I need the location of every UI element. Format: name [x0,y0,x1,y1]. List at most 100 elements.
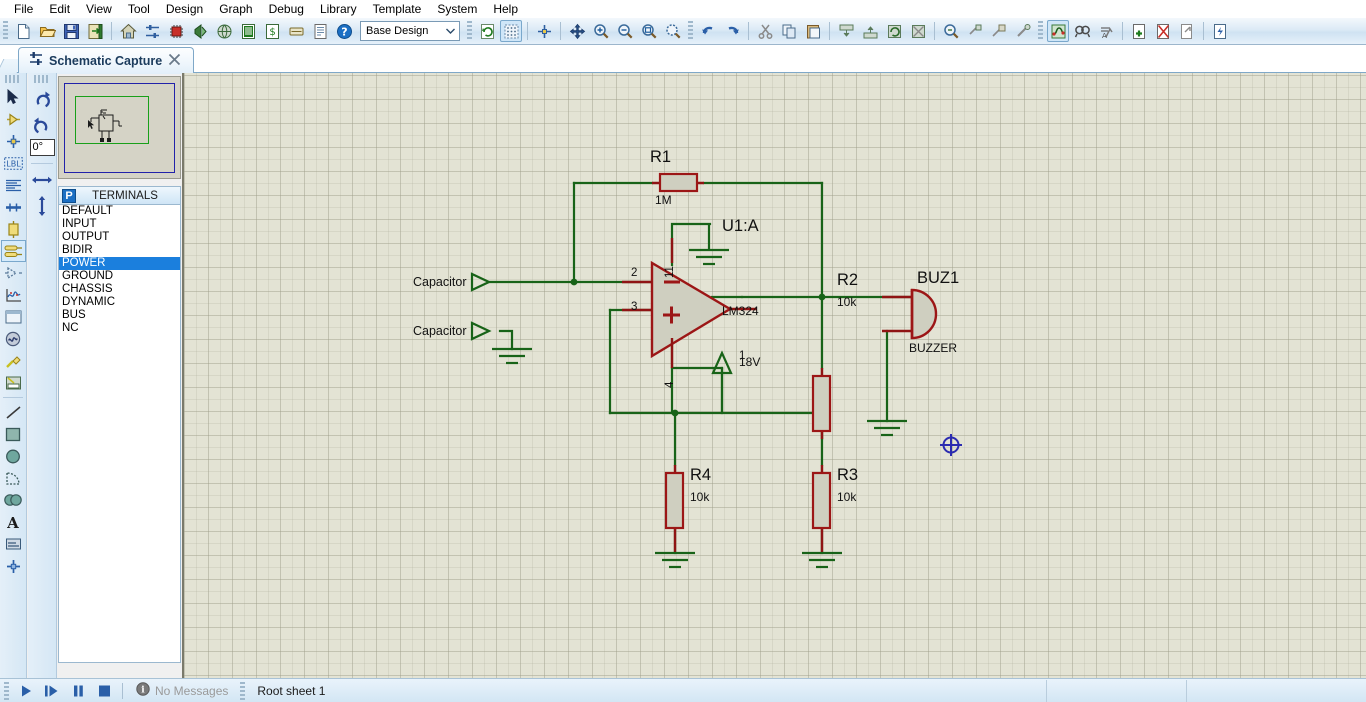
status-grip[interactable] [4,681,9,700]
u1a-value-label[interactable]: LM324 [722,304,759,318]
r1-value-label[interactable]: 1M [655,193,672,207]
virtual-instrument-mode-icon[interactable] [1,372,26,394]
toolbar-grip-3[interactable] [688,21,693,41]
menu-item-view[interactable]: View [78,1,120,17]
text-tool-icon[interactable]: A [1,511,26,533]
arc-tool-icon[interactable] [1,467,26,489]
circle-tool-icon[interactable] [1,445,26,467]
bom-report-icon[interactable] [285,20,307,42]
terminal-item-bus[interactable]: BUS [59,309,180,322]
buz1-reference-label[interactable]: BUZ1 [917,269,959,288]
symbol-tool-icon[interactable] [1,533,26,555]
decompose-icon[interactable] [1012,20,1034,42]
menu-item-help[interactable]: Help [485,1,526,17]
terminal-capacitor-1-label[interactable]: Capacitor [413,275,467,289]
generator-mode-icon[interactable] [1,328,26,350]
terminal-item-default[interactable]: DEFAULT [59,205,180,218]
home-sheet-icon[interactable] [117,20,139,42]
buz1-value-label[interactable]: BUZZER [909,341,957,355]
new-file-icon[interactable] [12,20,34,42]
r2-value-label[interactable]: 10k [837,295,856,309]
report-icon[interactable] [309,20,331,42]
box-tool-icon[interactable] [1,423,26,445]
menu-item-graph[interactable]: Graph [211,1,260,17]
menu-item-library[interactable]: Library [312,1,365,17]
schematic-canvas[interactable]: R1 1M U1:A LM324 2 3 1 11 4 18V R2 10k R… [182,73,1366,678]
tape-recorder-mode-icon[interactable] [1,306,26,328]
open-file-icon[interactable] [36,20,58,42]
device-pin-mode-icon[interactable] [1,262,26,284]
sheet-status-field[interactable]: Root sheet 1 [249,680,333,702]
mirror-vertical-icon[interactable] [29,193,56,219]
make-device-icon[interactable] [964,20,986,42]
r4-reference-label[interactable]: R4 [690,466,711,485]
r4-value-label[interactable]: 10k [690,490,709,504]
design-explorer-icon[interactable] [213,20,235,42]
rotate-clockwise-icon[interactable] [29,86,56,112]
zoom-area-icon[interactable] [662,20,684,42]
voltage-probe-mode-icon[interactable] [1,350,26,372]
r2-reference-label[interactable]: R2 [837,271,858,290]
marker-tool-icon[interactable] [1,555,26,577]
origin-icon[interactable] [533,20,555,42]
terminals-mode-icon[interactable] [0,240,26,262]
design-sheet-selector[interactable]: Base Design [360,21,460,41]
step-button[interactable] [39,680,65,702]
import-export-icon[interactable] [84,20,106,42]
refresh-icon[interactable] [476,20,498,42]
block-copy-icon[interactable] [835,20,857,42]
pcb-layout-icon[interactable] [165,20,187,42]
search-tag-icon[interactable] [1071,20,1093,42]
pan-icon[interactable] [566,20,588,42]
menu-item-template[interactable]: Template [365,1,430,17]
zoom-all-icon[interactable] [638,20,660,42]
mirror-horizontal-icon[interactable] [29,167,56,193]
cut-icon[interactable] [754,20,776,42]
schematic-capture-icon[interactable] [141,20,163,42]
3d-visualizer-icon[interactable] [189,20,211,42]
menu-item-file[interactable]: File [6,1,41,17]
r3-value-label[interactable]: 10k [837,490,856,504]
orientation-panel-grip[interactable] [34,75,50,83]
menu-item-tool[interactable]: Tool [120,1,158,17]
wire-label-mode-icon[interactable]: LBL [1,152,26,174]
bus-mode-icon[interactable] [1,196,26,218]
design-explorer2-icon[interactable] [1209,20,1231,42]
exit-sheet-icon[interactable] [1176,20,1198,42]
copy-icon[interactable] [778,20,800,42]
save-file-icon[interactable] [60,20,82,42]
redo-icon[interactable] [721,20,743,42]
terminal-capacitor-2-label[interactable]: Capacitor [413,324,467,338]
undo-icon[interactable] [697,20,719,42]
toggle-grid-icon[interactable] [500,20,522,42]
paste-icon[interactable] [802,20,824,42]
block-rotate-icon[interactable] [883,20,905,42]
remove-sheet-icon[interactable] [1152,20,1174,42]
zoom-out-icon[interactable] [614,20,636,42]
menu-item-debug[interactable]: Debug [261,1,312,17]
terminal-item-ground[interactable]: GROUND [59,270,180,283]
u1a-reference-label[interactable]: U1:A [722,217,759,236]
packaging-tool-icon[interactable] [988,20,1010,42]
selection-mode-icon[interactable] [1,86,26,108]
help-icon[interactable]: ? [333,20,355,42]
palette-grip[interactable] [5,75,21,83]
terminal-item-nc[interactable]: NC [59,322,180,335]
status-grip-2[interactable] [240,681,246,700]
terminal-item-bidir[interactable]: BIDIR [59,244,180,257]
menu-item-edit[interactable]: Edit [41,1,78,17]
rotate-counterclockwise-icon[interactable] [29,112,56,138]
bill-of-materials-icon[interactable] [237,20,259,42]
chevron-down-icon[interactable] [442,22,459,40]
text-script-mode-icon[interactable] [1,174,26,196]
supply-18v-label[interactable]: 18V [739,355,760,369]
play-button[interactable] [13,680,39,702]
terminals-list[interactable]: DEFAULT INPUT OUTPUT BIDIR POWER GROUND … [58,205,181,663]
subcircuit-mode-icon[interactable] [1,218,26,240]
toolbar-grip-1[interactable] [3,21,8,41]
netlist-icon[interactable]: $ [261,20,283,42]
toolbar-grip-2[interactable] [467,21,472,41]
r1-reference-label[interactable]: R1 [650,148,671,167]
rotation-angle-input[interactable]: 0° [29,139,55,156]
line-tool-icon[interactable] [1,401,26,423]
